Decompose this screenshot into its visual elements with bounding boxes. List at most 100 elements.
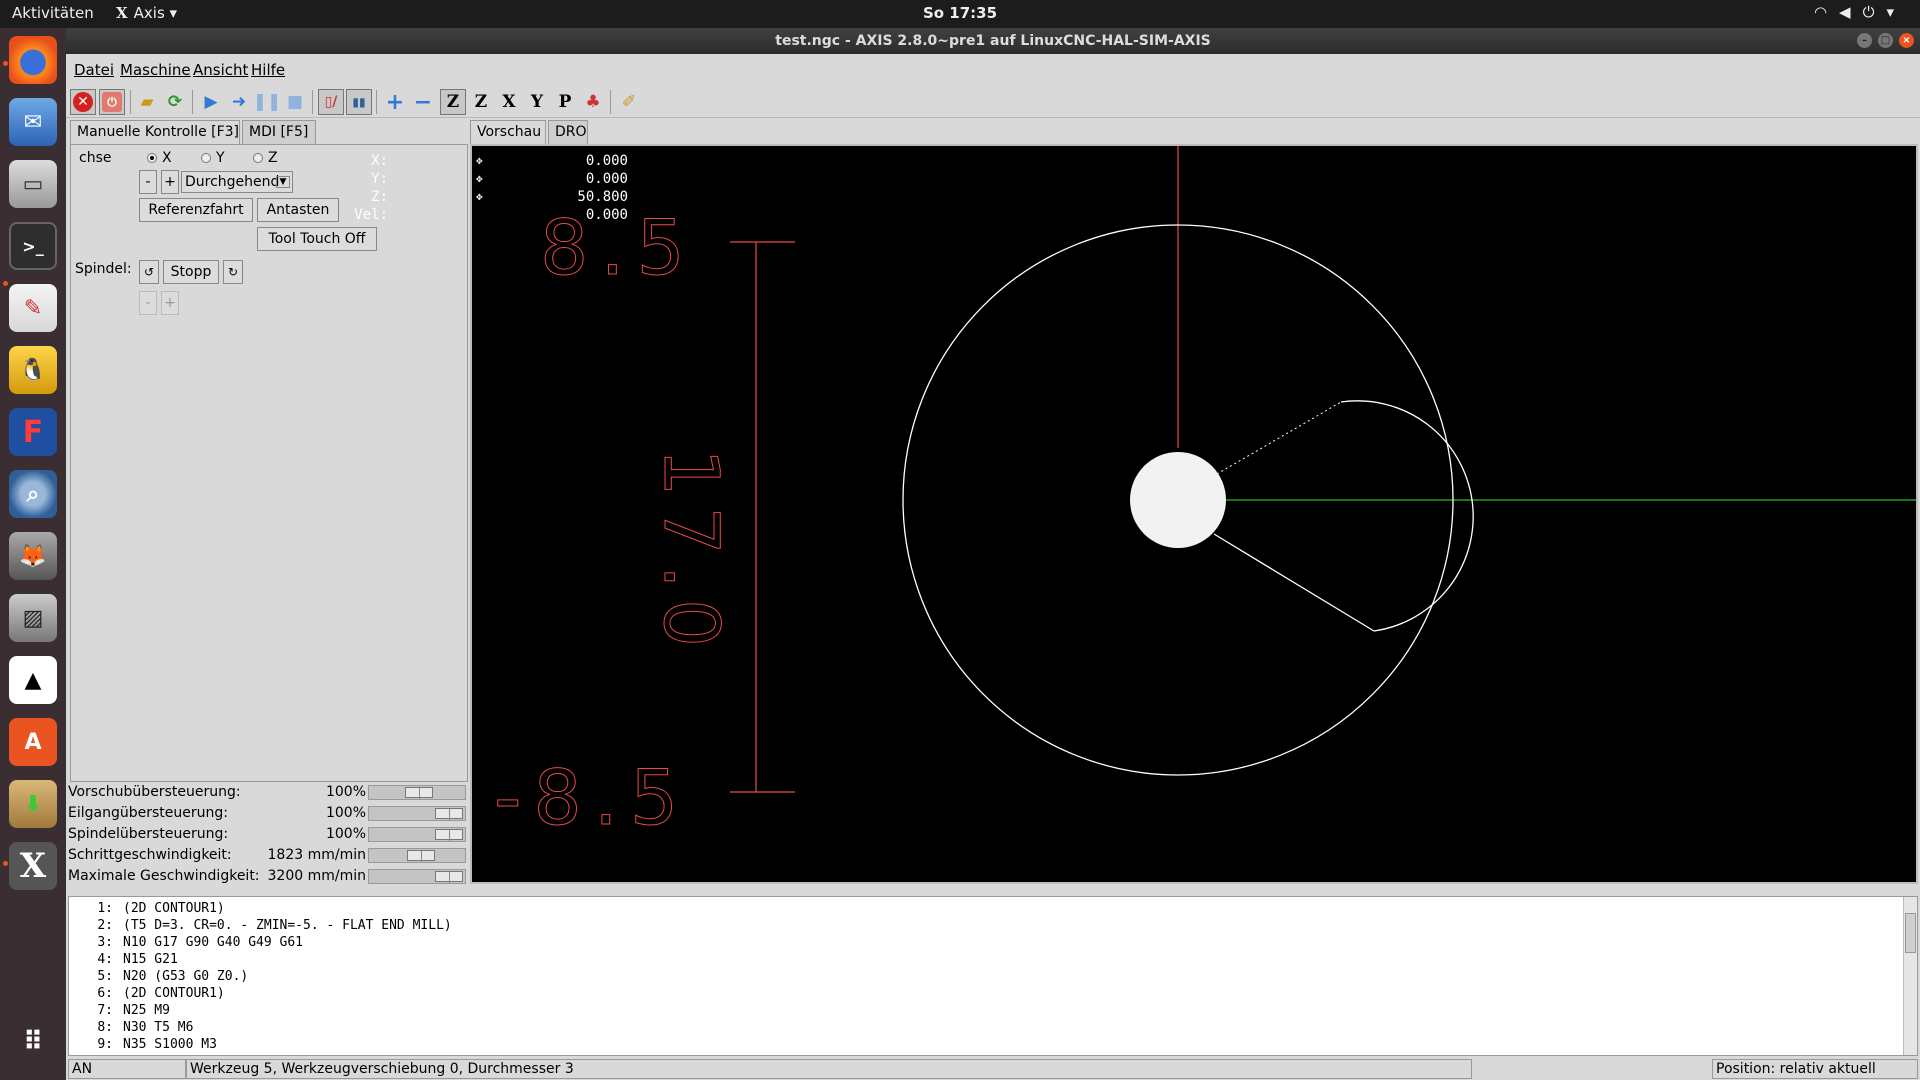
gcode-line[interactable]: 1: (2D CONTOUR1) xyxy=(69,901,224,918)
axis-radio-z[interactable]: Z xyxy=(253,150,278,166)
window-title: test.ngc - AXIS 2.8.0~pre1 auf LinuxCNC-… xyxy=(775,33,1211,49)
spindle-stop-button[interactable]: Stopp xyxy=(163,260,219,284)
spindle-override-row: Spindelübersteuerung: 100% xyxy=(68,824,468,845)
jog-plus-button[interactable]: + xyxy=(161,170,179,194)
run-icon[interactable]: ▶ xyxy=(198,89,224,115)
clock[interactable]: So 17:35 xyxy=(0,4,1920,22)
spindle-override-slider[interactable] xyxy=(368,827,466,842)
gcode-line[interactable]: 9: N35 S1000 M3 xyxy=(69,1037,217,1054)
tab-mdi[interactable]: MDI [F5] xyxy=(242,120,316,144)
zoom-out-icon[interactable]: − xyxy=(410,89,436,115)
tab-manual-control[interactable]: Manuelle Kontrolle [F3] xyxy=(70,120,240,145)
feed-override-slider[interactable] xyxy=(368,785,466,800)
close-button[interactable]: × xyxy=(1899,33,1914,48)
zoom-in-icon[interactable]: + xyxy=(382,89,408,115)
stop-icon[interactable]: ■ xyxy=(282,89,308,115)
gcode-line[interactable]: 7: N25 M9 xyxy=(69,1003,170,1020)
clear-live-plot-icon[interactable]: ✐ xyxy=(616,89,642,115)
axis-radio-x[interactable]: X xyxy=(147,150,172,166)
window-titlebar[interactable]: test.ngc - AXIS 2.8.0~pre1 auf LinuxCNC-… xyxy=(66,28,1920,54)
jog-speed-slider[interactable] xyxy=(368,848,466,863)
tab-preview[interactable]: Vorschau xyxy=(470,120,546,145)
spindle-cw-button[interactable]: ↻ xyxy=(223,260,243,284)
max-velocity-slider[interactable] xyxy=(368,869,466,884)
spindle-ccw-button[interactable]: ↺ xyxy=(139,260,159,284)
thunderbird-icon[interactable]: ✉ xyxy=(9,98,57,146)
machine-power-button[interactable]: ⏻ xyxy=(99,89,125,115)
firefox-icon[interactable] xyxy=(9,36,57,84)
gimp-icon[interactable]: 🦊 xyxy=(9,532,57,580)
gcode-text: N15 G21 xyxy=(123,952,178,967)
reload-icon[interactable]: ⟳ xyxy=(162,89,188,115)
minimize-button[interactable]: – xyxy=(1857,33,1872,48)
estop-button[interactable]: ✕ xyxy=(70,89,96,115)
view-p-icon[interactable]: P xyxy=(552,89,578,115)
installer-icon[interactable]: ⬇ xyxy=(9,780,57,828)
rotate-icon[interactable]: ♣ xyxy=(580,89,606,115)
view-x-icon[interactable]: X xyxy=(496,89,522,115)
freecad-icon[interactable]: F xyxy=(9,408,57,456)
estop-icon: ✕ xyxy=(73,92,93,112)
gcode-listing[interactable]: 1: (2D CONTOUR1) 2: (T5 D=3. CR=0. - ZMIN=-… xyxy=(68,896,1918,1056)
slider-thumb[interactable] xyxy=(405,787,433,799)
homed-icon: ✥ xyxy=(476,190,483,203)
jog-mode-select[interactable]: Durchgehend ▼ xyxy=(181,171,293,193)
gcode-line[interactable]: 5: N20 (G53 G0 Z0.) xyxy=(69,969,248,986)
menu-maschine[interactable]: Maschine xyxy=(120,61,191,79)
spindle-faster-button[interactable]: + xyxy=(161,291,179,315)
gcode-line[interactable]: 2: (T5 D=3. CR=0. - ZMIN=-5. - FLAT END M… xyxy=(69,918,451,935)
terminal-icon[interactable]: >_ xyxy=(9,222,57,270)
block-delete-icon[interactable]: ▯/ xyxy=(318,89,344,115)
gcode-scrollbar[interactable] xyxy=(1903,897,1917,1055)
max-velocity-row: Maximale Geschwindigkeit: 3200 mm/min xyxy=(68,866,468,887)
view-z2-icon[interactable]: Z xyxy=(468,89,494,115)
maximize-button[interactable]: □ xyxy=(1878,33,1893,48)
step-icon[interactable]: ➜ xyxy=(226,89,252,115)
preview-canvas[interactable]: 8.5 -8.5 17.0 xyxy=(472,146,1916,882)
touch-off-button[interactable]: Antasten xyxy=(257,198,339,222)
contour-arc xyxy=(1340,400,1474,632)
gcode-line[interactable]: 4: N15 G21 xyxy=(69,952,178,969)
axis-dock-icon[interactable]: X xyxy=(9,842,57,890)
system-tray[interactable]: ◠◀⏻▾ xyxy=(1814,3,1906,21)
text-editor-icon[interactable]: ✎ xyxy=(9,284,57,332)
view-y-icon[interactable]: Y xyxy=(524,89,550,115)
slider-thumb[interactable] xyxy=(407,850,435,862)
show-apps-icon[interactable]: ⠿ xyxy=(9,1018,57,1066)
running-indicator xyxy=(3,281,8,286)
machining-tool-icon[interactable]: ▨ xyxy=(9,594,57,642)
menu-datei[interactable]: Datei xyxy=(74,61,114,79)
menu-hilfe[interactable]: Hilfe xyxy=(251,61,285,79)
scrollbar-thumb[interactable] xyxy=(1905,913,1916,953)
home-button[interactable]: Referenzfahrt xyxy=(139,198,253,222)
axis-radio-y[interactable]: Y xyxy=(201,150,225,166)
spindle-slower-button[interactable]: - xyxy=(139,291,157,315)
rapid-override-slider[interactable] xyxy=(368,806,466,821)
software-center-icon[interactable]: A xyxy=(9,718,57,766)
running-indicator xyxy=(3,61,8,66)
rapid-move-line xyxy=(1216,401,1342,475)
gcode-line[interactable]: 8: N30 T5 M6 xyxy=(69,1020,193,1037)
gcode-line[interactable]: 3: N10 G17 G90 G40 G49 G61 xyxy=(69,935,303,952)
files-icon[interactable]: ▭ xyxy=(9,160,57,208)
inkscape-icon[interactable]: ▲ xyxy=(9,656,57,704)
slider-thumb[interactable] xyxy=(435,829,463,841)
menu-ansicht[interactable]: Ansicht xyxy=(193,61,248,79)
search-tool-icon[interactable]: ⌕ xyxy=(9,470,57,518)
slider-thumb[interactable] xyxy=(435,871,463,883)
jog-minus-button[interactable]: - xyxy=(139,170,157,194)
toolpath-preview[interactable]: 8.5 -8.5 17.0 ✥ X: 0.000 ✥ Y: 0.000 ✥ Z: 50.80… xyxy=(354,144,1918,884)
slider-thumb[interactable] xyxy=(435,808,463,820)
open-file-icon[interactable]: ▰ xyxy=(134,89,160,115)
optional-stop-icon[interactable]: ▮▮ xyxy=(346,89,372,115)
pause-icon[interactable]: ❚❚ xyxy=(253,89,282,115)
machine-state: AN xyxy=(68,1059,186,1079)
tab-dro[interactable]: DRO xyxy=(548,120,588,144)
tool-touch-off-button[interactable]: Tool Touch Off xyxy=(257,227,377,251)
line-number: 3: xyxy=(97,935,113,950)
homed-icon: ✥ xyxy=(476,172,483,185)
gcode-line[interactable]: 6: (2D CONTOUR1) xyxy=(69,986,224,1003)
view-z-icon[interactable]: Z xyxy=(440,89,466,115)
linux-tux-icon[interactable]: 🐧 xyxy=(9,346,57,394)
override-label: Spindelübersteuerung: xyxy=(68,826,229,842)
